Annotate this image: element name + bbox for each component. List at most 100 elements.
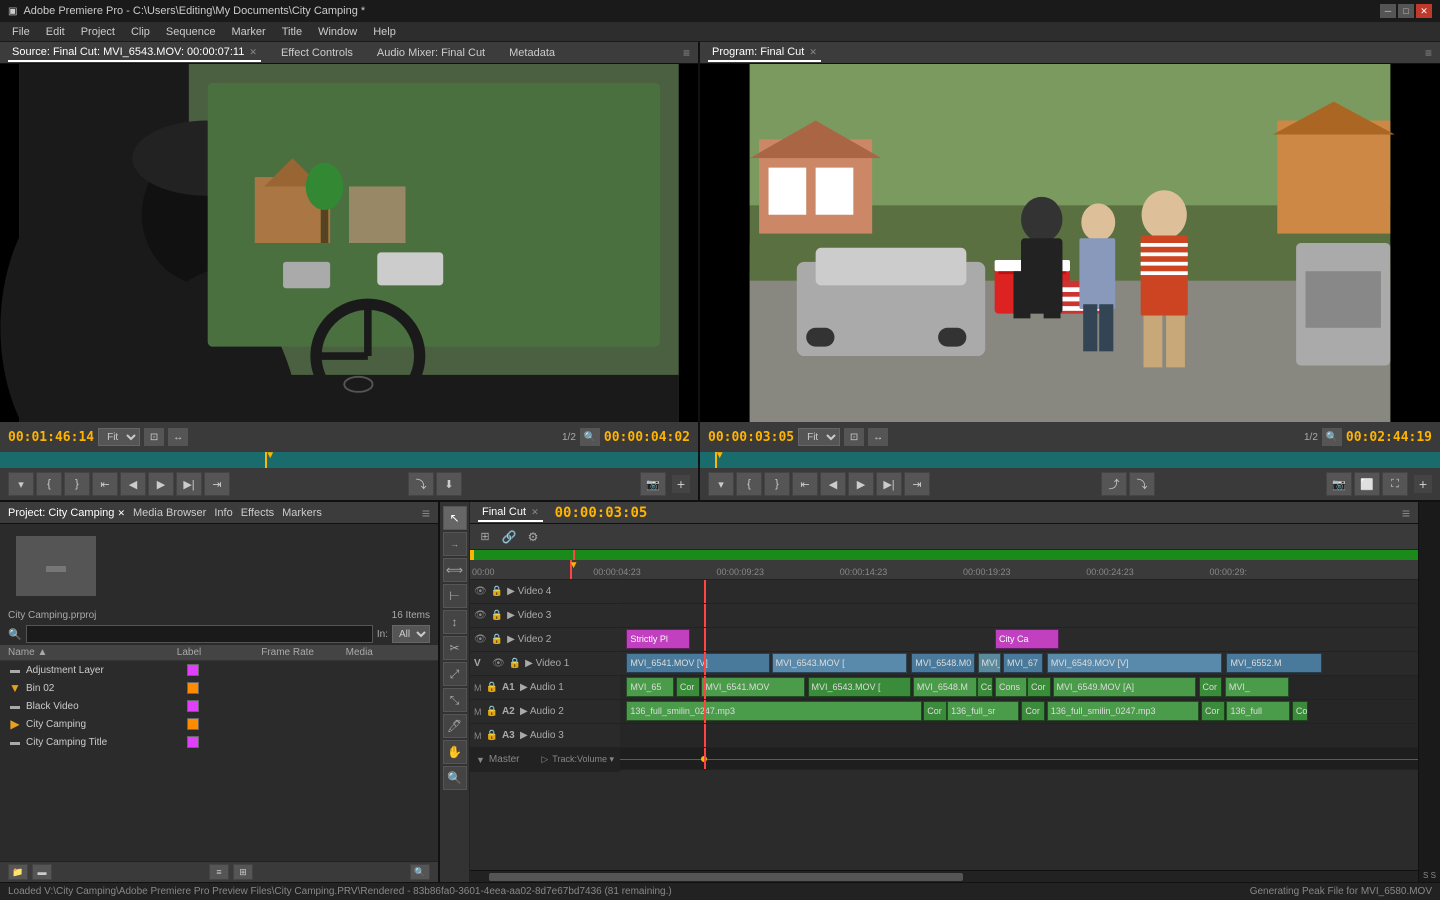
track-content-master[interactable] xyxy=(620,748,1418,770)
tab-audio-mixer[interactable]: Audio Mixer: Final Cut xyxy=(373,45,489,61)
list-item[interactable]: ▬ Adjustment Layer xyxy=(0,661,438,679)
audio-mvi-end[interactable]: MVI_ xyxy=(1225,677,1289,697)
menu-sequence[interactable]: Sequence xyxy=(158,24,224,40)
source-goto-out-btn[interactable]: ⇥ xyxy=(204,472,230,496)
tool-rolling-edit-btn[interactable]: ⊢ xyxy=(443,584,467,608)
program-fullscreen-btn[interactable]: ⛶ xyxy=(1382,472,1408,496)
tool-track-select-btn[interactable]: → xyxy=(443,532,467,556)
program-mark-in-btn2[interactable]: { xyxy=(736,472,762,496)
work-area-bar[interactable] xyxy=(470,550,1418,560)
audio-cor5[interactable]: Cor xyxy=(1021,701,1045,721)
col-fr-header[interactable]: Frame Rate xyxy=(261,647,345,658)
program-add-marker-btn[interactable]: ▾ xyxy=(708,472,734,496)
audio-cor1[interactable]: Cor xyxy=(676,677,700,697)
audio-136-2[interactable]: 136_full_smilin_0247.mp3 xyxy=(1047,701,1199,721)
icon-view-btn[interactable]: ⊞ xyxy=(233,864,253,880)
list-view-btn[interactable]: ≡ xyxy=(209,864,229,880)
tab-info[interactable]: Info xyxy=(214,507,232,519)
tab-metadata[interactable]: Metadata xyxy=(505,45,559,61)
track-mute-a2[interactable]: M xyxy=(474,707,482,717)
program-extract-btn2[interactable]: ⤵ xyxy=(1129,472,1155,496)
tool-razor-btn[interactable]: ✂ xyxy=(443,636,467,660)
track-content-v4[interactable] xyxy=(620,580,1418,604)
project-search-input[interactable] xyxy=(26,625,373,643)
menu-help[interactable]: Help xyxy=(365,24,404,40)
source-fit-dropdown[interactable]: Fit xyxy=(98,428,140,446)
audio-mvi65[interactable]: MVI_65 xyxy=(626,677,674,697)
list-item[interactable]: ▶ City Camping xyxy=(0,715,438,733)
tab-effect-controls[interactable]: Effect Controls xyxy=(277,45,357,61)
clip-mvi6548[interactable]: MVI_6548.M0 xyxy=(911,653,975,673)
audio-cor2[interactable]: Cor xyxy=(1027,677,1051,697)
audio-mvi6543[interactable]: MVI_6543.MOV [ xyxy=(808,677,912,697)
track-lock-a3[interactable]: 🔒 xyxy=(486,730,498,741)
tab-markers[interactable]: Markers xyxy=(282,507,322,519)
track-lock-v1[interactable]: 🔒 xyxy=(509,658,521,669)
list-item[interactable]: ▬ City Camping Title xyxy=(0,733,438,751)
track-eye-v4[interactable]: 👁 xyxy=(474,586,487,597)
program-goto-out-btn[interactable]: ⇥ xyxy=(904,472,930,496)
source-zoom-btn[interactable]: 🔍 xyxy=(580,428,600,446)
tab-source[interactable]: Source: Final Cut: MVI_6543.MOV: 00:00:0… xyxy=(8,44,261,62)
clip-mvi67[interactable]: MVI_67 xyxy=(1003,653,1043,673)
tab-program[interactable]: Program: Final Cut ✕ xyxy=(708,44,821,62)
track-lock-a2[interactable]: 🔒 xyxy=(486,706,498,717)
timeline-panel-menu-icon[interactable]: ≡ xyxy=(1402,505,1410,521)
audio-cor6[interactable]: Cor xyxy=(1201,701,1225,721)
source-step-back-btn[interactable]: ◀ xyxy=(120,472,146,496)
audio-136-full[interactable]: 136_full xyxy=(1226,701,1290,721)
tool-slide-btn[interactable]: ⤡ xyxy=(443,688,467,712)
source-overwrite-btn[interactable]: ⬇ xyxy=(436,472,462,496)
program-zoom-btn[interactable]: 🔍 xyxy=(1322,428,1342,446)
program-export-frame-btn[interactable]: 📷 xyxy=(1326,472,1352,496)
program-add-btn[interactable]: + xyxy=(1414,475,1432,493)
col-media-header[interactable]: Media xyxy=(346,647,430,658)
source-play-btn[interactable]: ▶ xyxy=(148,472,174,496)
source-mark-in-btn[interactable]: ⊡ xyxy=(144,428,164,446)
menu-edit[interactable]: Edit xyxy=(38,24,73,40)
program-mark-in-btn[interactable]: ⊡ xyxy=(844,428,864,446)
program-step-back-btn[interactable]: ◀ xyxy=(820,472,846,496)
program-goto-in-btn[interactable]: ⇤ xyxy=(792,472,818,496)
menu-file[interactable]: File xyxy=(4,24,38,40)
source-scrubber[interactable]: ▼ xyxy=(0,452,698,468)
tool-select-btn[interactable]: ↖ xyxy=(443,506,467,530)
menu-window[interactable]: Window xyxy=(310,24,365,40)
audio-cor4[interactable]: Cor xyxy=(923,701,947,721)
tool-hand-btn[interactable]: ✋ xyxy=(443,740,467,764)
source-step-fwd-btn[interactable]: ▶| xyxy=(176,472,202,496)
track-eye-v2[interactable]: 👁 xyxy=(474,634,487,645)
master-keyframe[interactable]: ▷ xyxy=(541,754,548,765)
menu-project[interactable]: Project xyxy=(73,24,123,40)
menu-clip[interactable]: Clip xyxy=(123,24,158,40)
program-timecode[interactable]: 00:00:03:05 xyxy=(708,430,794,445)
search-btn[interactable]: 🔍 xyxy=(410,864,430,880)
menu-marker[interactable]: Marker xyxy=(223,24,273,40)
source-mark-out-btn[interactable]: } xyxy=(64,472,90,496)
maximize-button[interactable]: □ xyxy=(1398,4,1414,18)
track-eye-v3[interactable]: 👁 xyxy=(474,610,487,621)
source-export-frame-btn[interactable]: 📷 xyxy=(640,472,666,496)
program-play-btn[interactable]: ▶ xyxy=(848,472,874,496)
list-item[interactable]: ▼ Bin 02 xyxy=(0,679,438,697)
source-timecode[interactable]: 00:01:46:14 xyxy=(8,430,94,445)
program-trim-mode-btn[interactable]: ⬜ xyxy=(1354,472,1380,496)
source-goto-in-btn[interactable]: ⇤ xyxy=(92,472,118,496)
timeline-linked-btn[interactable]: 🔗 xyxy=(498,527,520,547)
clip-mvi6543[interactable]: MVI_6543.MOV [ xyxy=(772,653,908,673)
menu-title[interactable]: Title xyxy=(274,24,310,40)
timeline-scrollbar[interactable] xyxy=(470,870,1418,882)
track-eye-v1[interactable]: 👁 xyxy=(492,658,505,669)
clip-mvi6541[interactable]: MVI_6541.MOV [V] xyxy=(626,653,770,673)
audio-cons[interactable]: Cons xyxy=(995,677,1027,697)
timeline-snap-btn[interactable]: ⊞ xyxy=(474,527,496,547)
clip-mvi6549[interactable]: MVI_6549.MOV [V] xyxy=(1047,653,1223,673)
col-label-header[interactable]: Label xyxy=(177,647,261,658)
master-expand[interactable]: ▼ xyxy=(476,755,485,765)
audio-mvi6541[interactable]: MVI_6541.MOV xyxy=(701,677,805,697)
list-item[interactable]: ▬ Black Video xyxy=(0,697,438,715)
track-lock-a1[interactable]: 🔒 xyxy=(486,682,498,693)
program-fit-dropdown[interactable]: Fit xyxy=(798,428,840,446)
new-item-btn[interactable]: ▬ xyxy=(32,864,52,880)
tab-effects[interactable]: Effects xyxy=(241,507,274,519)
